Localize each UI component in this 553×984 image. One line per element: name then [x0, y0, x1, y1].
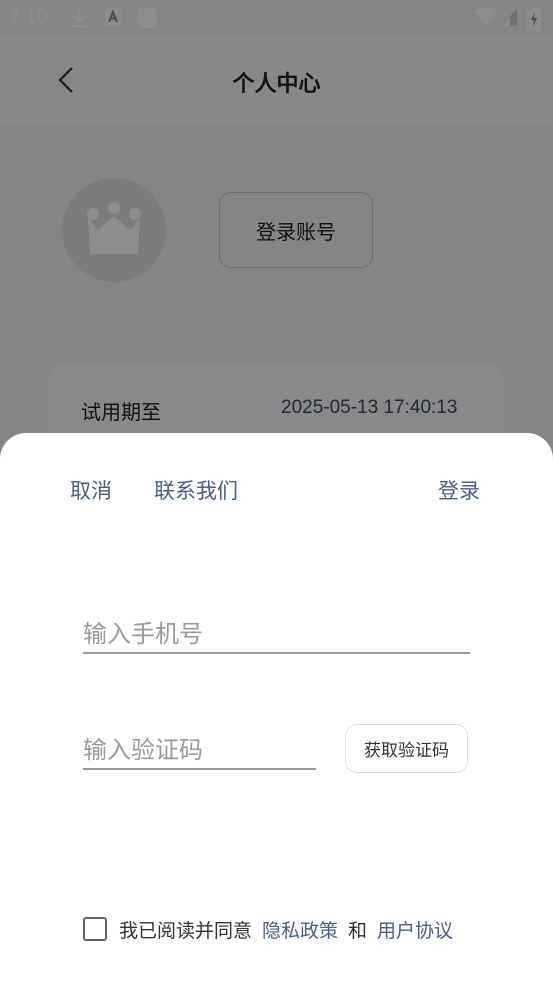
agreement-row: 我已阅读并同意 隐私政策 和 用户协议 — [83, 915, 453, 943]
phone-input[interactable]: 输入手机号 — [83, 610, 470, 654]
privacy-policy-link[interactable]: 隐私政策 — [262, 916, 338, 943]
agree-text: 我已阅读并同意 — [119, 919, 253, 942]
phone-placeholder: 输入手机号 — [83, 620, 203, 648]
agree-checkbox[interactable] — [83, 917, 107, 941]
cancel-button[interactable]: 取消 — [70, 475, 112, 505]
login-button[interactable]: 登录 — [438, 475, 480, 505]
user-agreement-link[interactable]: 用户协议 — [377, 916, 453, 943]
contact-us-button[interactable]: 联系我们 — [154, 475, 238, 505]
login-bottom-sheet: 取消 联系我们 登录 输入手机号 输入验证码 获取验证码 我已阅读并同意 隐私政… — [0, 433, 553, 984]
get-code-button[interactable]: 获取验证码 — [345, 724, 468, 773]
code-placeholder: 输入验证码 — [83, 736, 203, 764]
and-text: 和 — [348, 919, 368, 942]
verification-code-input[interactable]: 输入验证码 — [83, 726, 316, 770]
